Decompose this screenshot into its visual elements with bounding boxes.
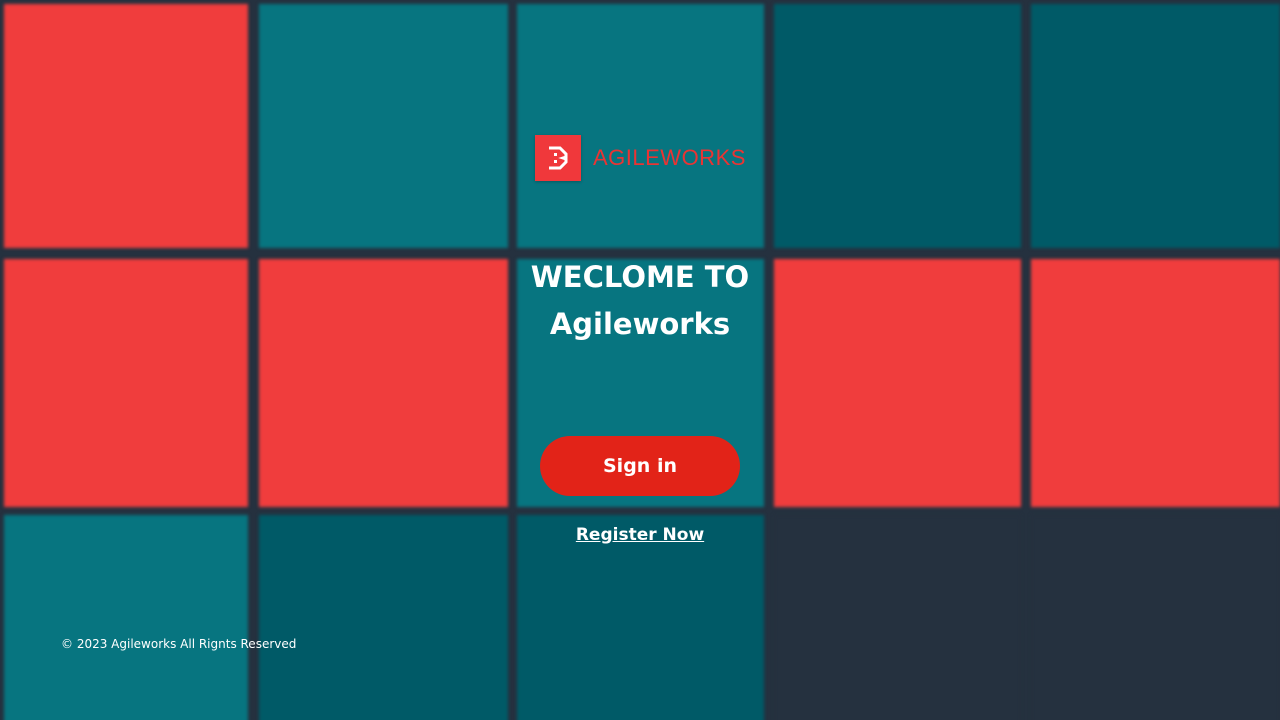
background-tile — [517, 515, 764, 720]
sign-in-button[interactable]: Sign in — [540, 436, 740, 496]
register-now-link[interactable]: Register Now — [490, 525, 790, 545]
welcome-heading-line2: Agileworks — [549, 307, 731, 341]
background-tile — [259, 515, 508, 720]
background-tile — [774, 259, 1021, 507]
background-tile — [4, 515, 248, 720]
agileworks-logo-icon — [535, 135, 581, 181]
background-tile — [259, 4, 508, 248]
background-tile — [1031, 259, 1280, 507]
background-tile — [1031, 4, 1280, 248]
background-tile — [517, 4, 764, 248]
logo-wordmark: AGILEWORKS — [593, 145, 746, 170]
background-tile — [4, 259, 248, 507]
background-tile — [1031, 515, 1280, 720]
brand-logo: AGILEWORKS — [535, 135, 746, 181]
copyright-footer: © 2023 Agileworks All Rignts Reserved — [61, 637, 297, 651]
welcome-heading-line1: WECLOME TO — [530, 260, 750, 294]
background-tile — [774, 4, 1021, 248]
background-tile — [259, 259, 508, 507]
login-page: AGILEWORKS WECLOME TO Agileworks Sign in… — [0, 0, 1280, 720]
background-tile — [4, 4, 248, 248]
background-tile — [774, 515, 1021, 720]
